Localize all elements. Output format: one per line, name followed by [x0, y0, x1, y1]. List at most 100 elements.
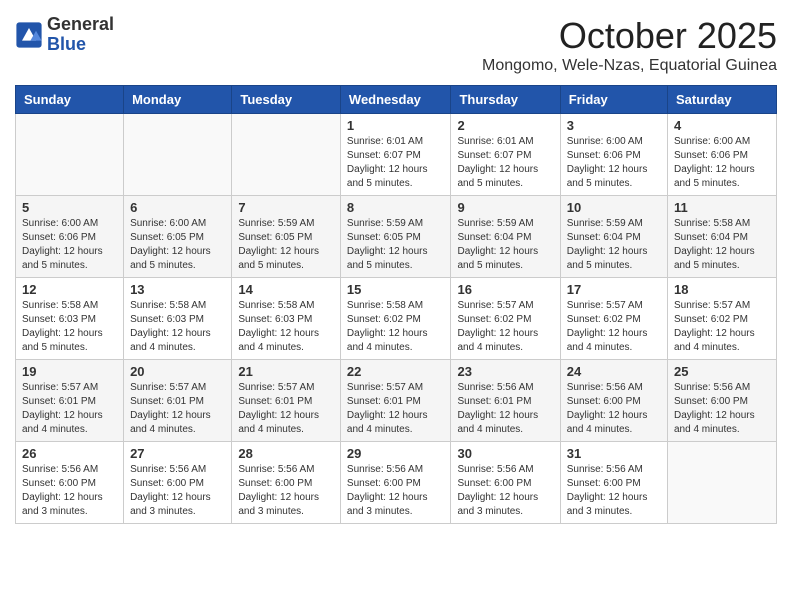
- calendar-day-cell: 14 Sunrise: 5:58 AM Sunset: 6:03 PM Dayli…: [232, 278, 341, 360]
- calendar-day-cell: 27 Sunrise: 5:56 AM Sunset: 6:00 PM Dayli…: [124, 442, 232, 524]
- day-info: Sunrise: 5:59 AM Sunset: 6:05 PM Dayligh…: [347, 217, 445, 273]
- day-number: 12: [22, 282, 117, 297]
- day-number: 30: [457, 446, 553, 461]
- day-info: Sunrise: 5:58 AM Sunset: 6:03 PM Dayligh…: [22, 299, 117, 355]
- day-info: Sunrise: 6:00 AM Sunset: 6:05 PM Dayligh…: [130, 217, 225, 273]
- logo-blue-text: Blue: [47, 34, 86, 54]
- day-info: Sunrise: 6:00 AM Sunset: 6:06 PM Dayligh…: [674, 135, 770, 191]
- day-number: 25: [674, 364, 770, 379]
- day-number: 7: [238, 200, 334, 215]
- day-info: Sunrise: 5:56 AM Sunset: 6:01 PM Dayligh…: [457, 381, 553, 437]
- day-number: 22: [347, 364, 445, 379]
- day-info: Sunrise: 5:58 AM Sunset: 6:03 PM Dayligh…: [238, 299, 334, 355]
- calendar-week-row: 5Sunrise: 6:00 AM Sunset: 6:06 PM Daylig…: [16, 196, 777, 278]
- calendar-day-cell: [16, 114, 124, 196]
- day-number: 31: [567, 446, 661, 461]
- calendar-day-cell: 9 Sunrise: 5:59 AM Sunset: 6:04 PM Daylig…: [451, 196, 560, 278]
- calendar-day-cell: 15Sunrise: 5:58 AM Sunset: 6:02 PM Dayli…: [340, 278, 451, 360]
- day-number: 9: [457, 200, 553, 215]
- day-info: Sunrise: 5:56 AM Sunset: 6:00 PM Dayligh…: [347, 463, 445, 519]
- day-of-week-header: Sunday: [16, 86, 124, 114]
- logo: General Blue: [15, 15, 114, 55]
- day-info: Sunrise: 5:58 AM Sunset: 6:04 PM Dayligh…: [674, 217, 770, 273]
- day-info: Sunrise: 5:57 AM Sunset: 6:01 PM Dayligh…: [347, 381, 445, 437]
- calendar-day-cell: 1 Sunrise: 6:01 AM Sunset: 6:07 PM Daylig…: [340, 114, 451, 196]
- day-info: Sunrise: 6:00 AM Sunset: 6:06 PM Dayligh…: [567, 135, 661, 191]
- day-info: Sunrise: 5:59 AM Sunset: 6:04 PM Dayligh…: [457, 217, 553, 273]
- month-title: October 2025: [482, 15, 777, 57]
- calendar-day-cell: 10 Sunrise: 5:59 AM Sunset: 6:04 PM Dayli…: [560, 196, 667, 278]
- day-number: 19: [22, 364, 117, 379]
- day-number: 27: [130, 446, 225, 461]
- calendar-body: 1 Sunrise: 6:01 AM Sunset: 6:07 PM Daylig…: [16, 114, 777, 524]
- day-info: Sunrise: 5:57 AM Sunset: 6:01 PM Dayligh…: [130, 381, 225, 437]
- day-number: 14: [238, 282, 334, 297]
- calendar-day-cell: 5Sunrise: 6:00 AM Sunset: 6:06 PM Daylig…: [16, 196, 124, 278]
- calendar-day-cell: 31Sunrise: 5:56 AM Sunset: 6:00 PM Dayli…: [560, 442, 667, 524]
- calendar-day-cell: 18 Sunrise: 5:57 AM Sunset: 6:02 PM Dayli…: [668, 278, 777, 360]
- calendar-day-cell: 16 Sunrise: 5:57 AM Sunset: 6:02 PM Dayli…: [451, 278, 560, 360]
- calendar-week-row: 1 Sunrise: 6:01 AM Sunset: 6:07 PM Daylig…: [16, 114, 777, 196]
- day-number: 18: [674, 282, 770, 297]
- calendar-day-cell: 30 Sunrise: 5:56 AM Sunset: 6:00 PM Dayli…: [451, 442, 560, 524]
- calendar-table: SundayMondayTuesdayWednesdayThursdayFrid…: [15, 85, 777, 524]
- day-number: 1: [347, 118, 445, 133]
- calendar-day-cell: 26 Sunrise: 5:56 AM Sunset: 6:00 PM Dayli…: [16, 442, 124, 524]
- day-number: 26: [22, 446, 117, 461]
- day-info: Sunrise: 5:57 AM Sunset: 6:02 PM Dayligh…: [457, 299, 553, 355]
- day-number: 6: [130, 200, 225, 215]
- day-number: 10: [567, 200, 661, 215]
- day-number: 28: [238, 446, 334, 461]
- day-info: Sunrise: 5:57 AM Sunset: 6:02 PM Dayligh…: [674, 299, 770, 355]
- calendar-day-cell: 28 Sunrise: 5:56 AM Sunset: 6:00 PM Dayli…: [232, 442, 341, 524]
- calendar-day-cell: 20 Sunrise: 5:57 AM Sunset: 6:01 PM Dayli…: [124, 360, 232, 442]
- day-info: Sunrise: 6:00 AM Sunset: 6:06 PM Dayligh…: [22, 217, 117, 273]
- day-info: Sunrise: 6:01 AM Sunset: 6:07 PM Dayligh…: [457, 135, 553, 191]
- day-number: 23: [457, 364, 553, 379]
- calendar-day-cell: 21 Sunrise: 5:57 AM Sunset: 6:01 PM Dayli…: [232, 360, 341, 442]
- calendar-week-row: 19 Sunrise: 5:57 AM Sunset: 6:01 PM Dayli…: [16, 360, 777, 442]
- day-of-week-header: Tuesday: [232, 86, 341, 114]
- day-info: Sunrise: 5:56 AM Sunset: 6:00 PM Dayligh…: [457, 463, 553, 519]
- day-info: Sunrise: 6:01 AM Sunset: 6:07 PM Dayligh…: [347, 135, 445, 191]
- day-number: 11: [674, 200, 770, 215]
- day-info: Sunrise: 5:56 AM Sunset: 6:00 PM Dayligh…: [238, 463, 334, 519]
- calendar-day-cell: [232, 114, 341, 196]
- title-area: October 2025 Mongomo, Wele-Nzas, Equator…: [482, 15, 777, 75]
- calendar-day-cell: 2 Sunrise: 6:01 AM Sunset: 6:07 PM Daylig…: [451, 114, 560, 196]
- day-info: Sunrise: 5:56 AM Sunset: 6:00 PM Dayligh…: [130, 463, 225, 519]
- day-of-week-header: Thursday: [451, 86, 560, 114]
- calendar-day-cell: 3Sunrise: 6:00 AM Sunset: 6:06 PM Daylig…: [560, 114, 667, 196]
- calendar-week-row: 12 Sunrise: 5:58 AM Sunset: 6:03 PM Dayli…: [16, 278, 777, 360]
- location-title: Mongomo, Wele-Nzas, Equatorial Guinea: [482, 57, 777, 75]
- calendar-day-cell: 23 Sunrise: 5:56 AM Sunset: 6:01 PM Dayli…: [451, 360, 560, 442]
- day-info: Sunrise: 5:59 AM Sunset: 6:04 PM Dayligh…: [567, 217, 661, 273]
- day-number: 4: [674, 118, 770, 133]
- calendar-day-cell: 7 Sunrise: 5:59 AM Sunset: 6:05 PM Daylig…: [232, 196, 341, 278]
- day-info: Sunrise: 5:56 AM Sunset: 6:00 PM Dayligh…: [567, 381, 661, 437]
- calendar-day-cell: 11 Sunrise: 5:58 AM Sunset: 6:04 PM Dayli…: [668, 196, 777, 278]
- day-number: 21: [238, 364, 334, 379]
- calendar-day-cell: 12 Sunrise: 5:58 AM Sunset: 6:03 PM Dayli…: [16, 278, 124, 360]
- day-number: 24: [567, 364, 661, 379]
- day-of-week-header: Monday: [124, 86, 232, 114]
- day-number: 29: [347, 446, 445, 461]
- logo-general-text: General: [47, 14, 114, 34]
- calendar-day-cell: 29 Sunrise: 5:56 AM Sunset: 6:00 PM Dayli…: [340, 442, 451, 524]
- day-info: Sunrise: 5:56 AM Sunset: 6:00 PM Dayligh…: [22, 463, 117, 519]
- day-of-week-header: Wednesday: [340, 86, 451, 114]
- day-info: Sunrise: 5:59 AM Sunset: 6:05 PM Dayligh…: [238, 217, 334, 273]
- day-info: Sunrise: 5:57 AM Sunset: 6:02 PM Dayligh…: [567, 299, 661, 355]
- calendar-day-cell: 4 Sunrise: 6:00 AM Sunset: 6:06 PM Daylig…: [668, 114, 777, 196]
- day-number: 17: [567, 282, 661, 297]
- day-info: Sunrise: 5:57 AM Sunset: 6:01 PM Dayligh…: [238, 381, 334, 437]
- day-info: Sunrise: 5:58 AM Sunset: 6:02 PM Dayligh…: [347, 299, 445, 355]
- day-number: 16: [457, 282, 553, 297]
- day-number: 2: [457, 118, 553, 133]
- calendar-day-cell: 17 Sunrise: 5:57 AM Sunset: 6:02 PM Dayli…: [560, 278, 667, 360]
- calendar-day-cell: 19Sunrise: 5:57 AM Sunset: 6:01 PM Dayli…: [16, 360, 124, 442]
- day-number: 13: [130, 282, 225, 297]
- calendar-week-row: 26 Sunrise: 5:56 AM Sunset: 6:00 PM Dayli…: [16, 442, 777, 524]
- day-number: 20: [130, 364, 225, 379]
- calendar-day-cell: 24 Sunrise: 5:56 AM Sunset: 6:00 PM Dayli…: [560, 360, 667, 442]
